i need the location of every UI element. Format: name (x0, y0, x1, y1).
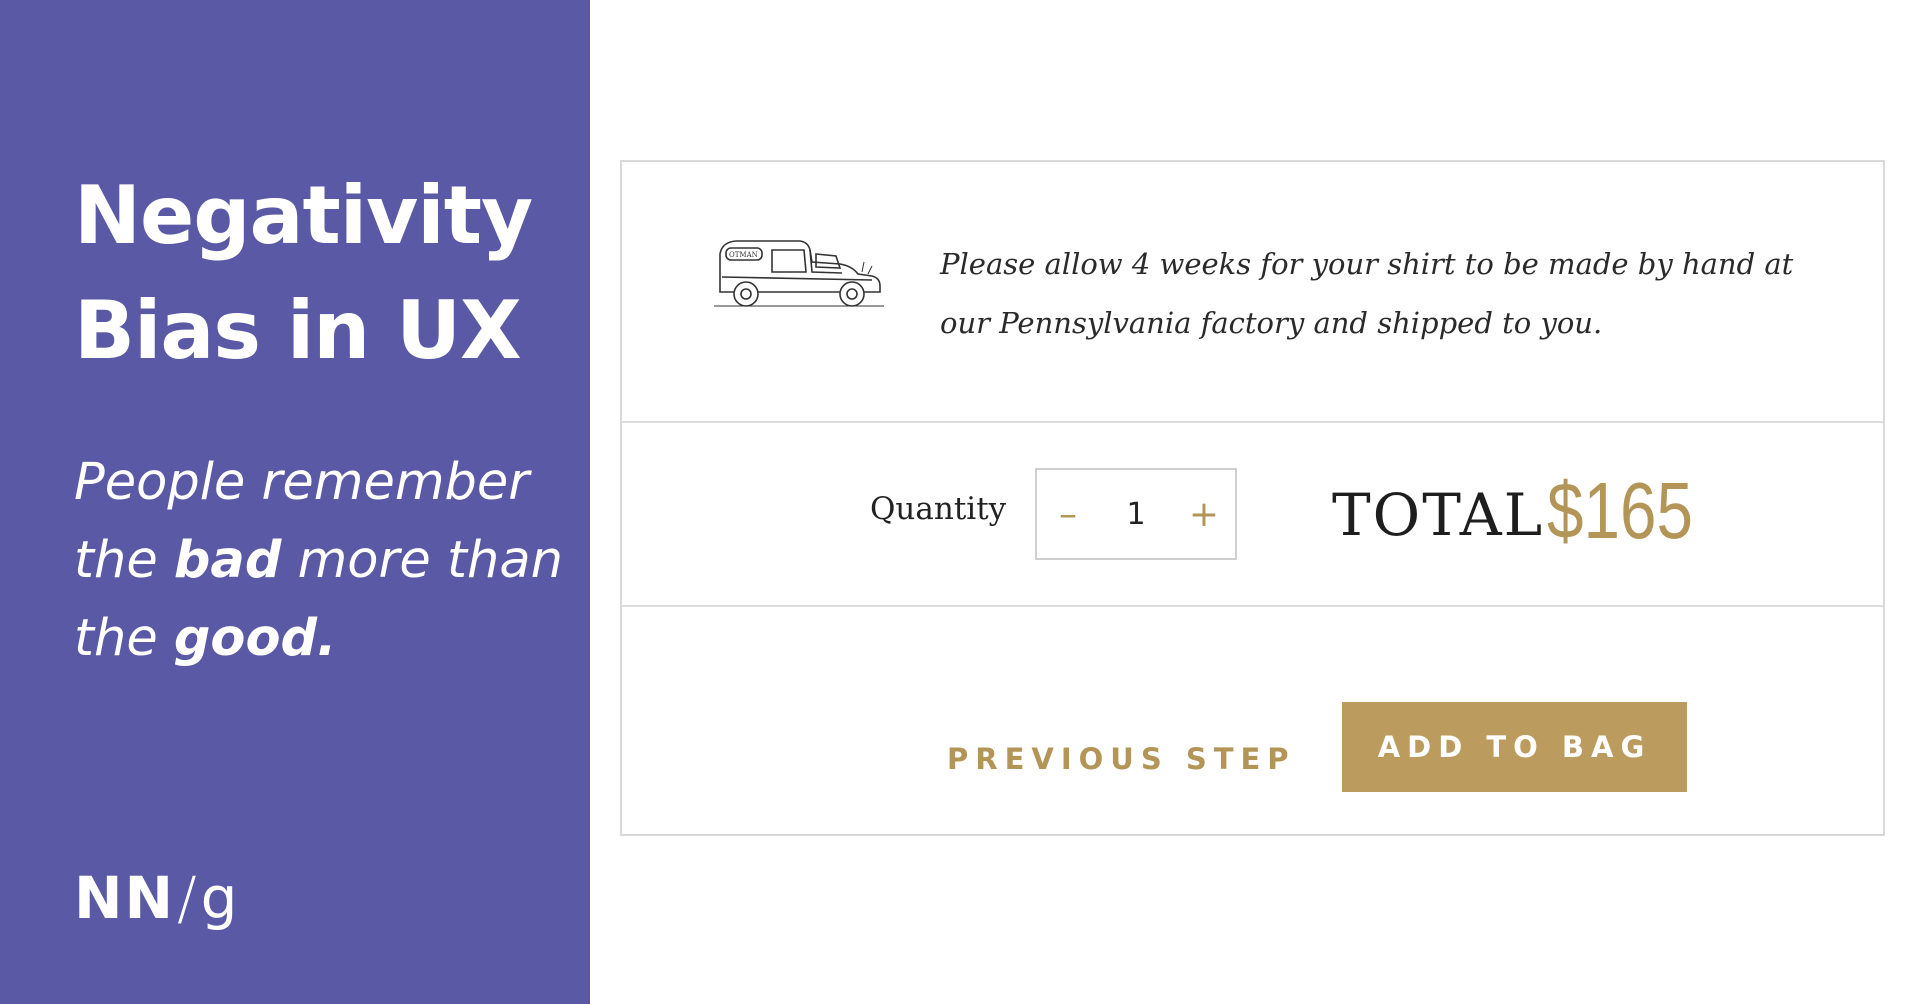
quantity-total-section: Quantity – 1 + TOTAL $165 (622, 423, 1883, 607)
total-price: $165 (1547, 466, 1693, 555)
total-label: TOTAL (1332, 481, 1545, 549)
svg-text:OTMAN: OTMAN (729, 251, 758, 259)
quantity-value[interactable]: 1 (1126, 497, 1145, 532)
left-panel: Negativity Bias in UX People remember th… (0, 0, 590, 1004)
quantity-label: Quantity (870, 491, 1007, 527)
increment-button[interactable]: + (1173, 470, 1235, 558)
delivery-truck-icon: OTMAN (714, 240, 884, 307)
logo-g: g (200, 864, 240, 932)
tagline: People remember the bad more than the go… (74, 444, 574, 678)
shipping-notice-text: Please allow 4 weeks for your shirt to b… (940, 247, 1794, 340)
logo-slash: / (177, 864, 199, 932)
previous-step-link[interactable]: PREVIOUS STEP (947, 742, 1296, 776)
decrement-button[interactable]: – (1037, 470, 1099, 558)
nng-logo: NN / g (74, 864, 239, 932)
shipping-notice-section: OTMAN Please allow 4 weeks for your shir… (622, 162, 1883, 423)
actions-section: PREVIOUS STEP ADD TO BAG (622, 607, 1883, 836)
tagline-good: good. (173, 609, 337, 668)
headline-line-1: Negativity (74, 169, 533, 262)
add-to-bag-button[interactable]: ADD TO BAG (1342, 702, 1687, 792)
tagline-bad: bad (173, 531, 282, 590)
quantity-stepper: – 1 + (1035, 468, 1237, 560)
logo-nn: NN (74, 864, 176, 932)
checkout-card: OTMAN Please allow 4 weeks for your shir… (620, 160, 1885, 836)
headline-line-2: Bias in UX (74, 284, 522, 377)
page-title: Negativity Bias in UX (74, 158, 533, 388)
